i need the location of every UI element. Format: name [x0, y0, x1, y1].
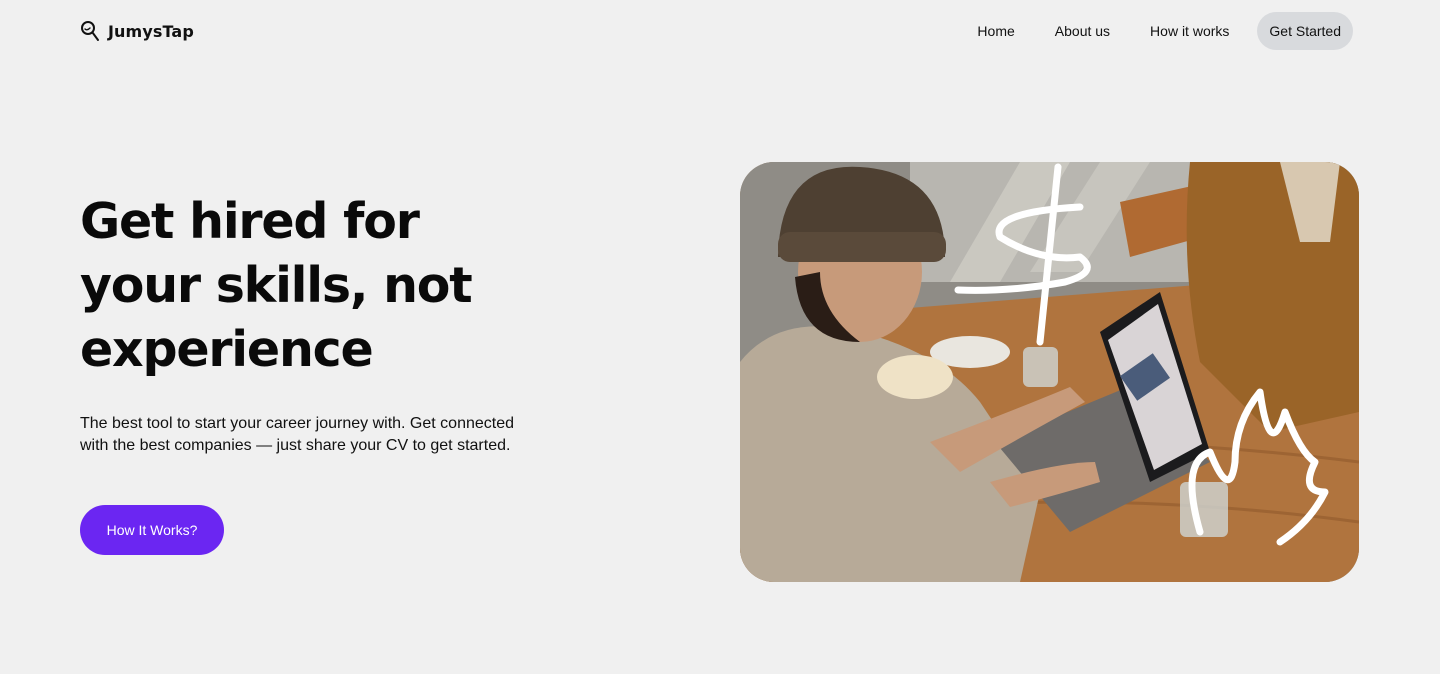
- hero-title-line: your skills, not: [80, 257, 473, 314]
- how-it-works-button[interactable]: How It Works?: [80, 505, 224, 555]
- hero-subtitle-line: with the best companies — just share you…: [80, 437, 511, 454]
- brand-name: JumysTap: [108, 21, 194, 41]
- hero-title-line: experience: [80, 321, 374, 378]
- hero-title: Get hired for your skills, not experienc…: [80, 190, 640, 382]
- hero-photo: [740, 162, 1359, 582]
- search-logo-icon: [80, 20, 100, 42]
- hero-subtitle-line: The best tool to start your career journ…: [80, 415, 514, 432]
- nav-get-started-button[interactable]: Get Started: [1257, 12, 1353, 50]
- brand-logo-link[interactable]: JumysTap: [80, 19, 194, 43]
- nav-how-it-works[interactable]: How it works: [1130, 12, 1249, 50]
- main-nav: Home About us How it works Get Started: [977, 12, 1353, 50]
- site-header: JumysTap Home About us How it works Get …: [0, 0, 1440, 62]
- nav-about-us[interactable]: About us: [1035, 12, 1130, 50]
- nav-home[interactable]: Home: [977, 12, 1034, 50]
- hero-title-line: Get hired for: [80, 193, 420, 250]
- hero-subtitle: The best tool to start your career journ…: [80, 413, 580, 457]
